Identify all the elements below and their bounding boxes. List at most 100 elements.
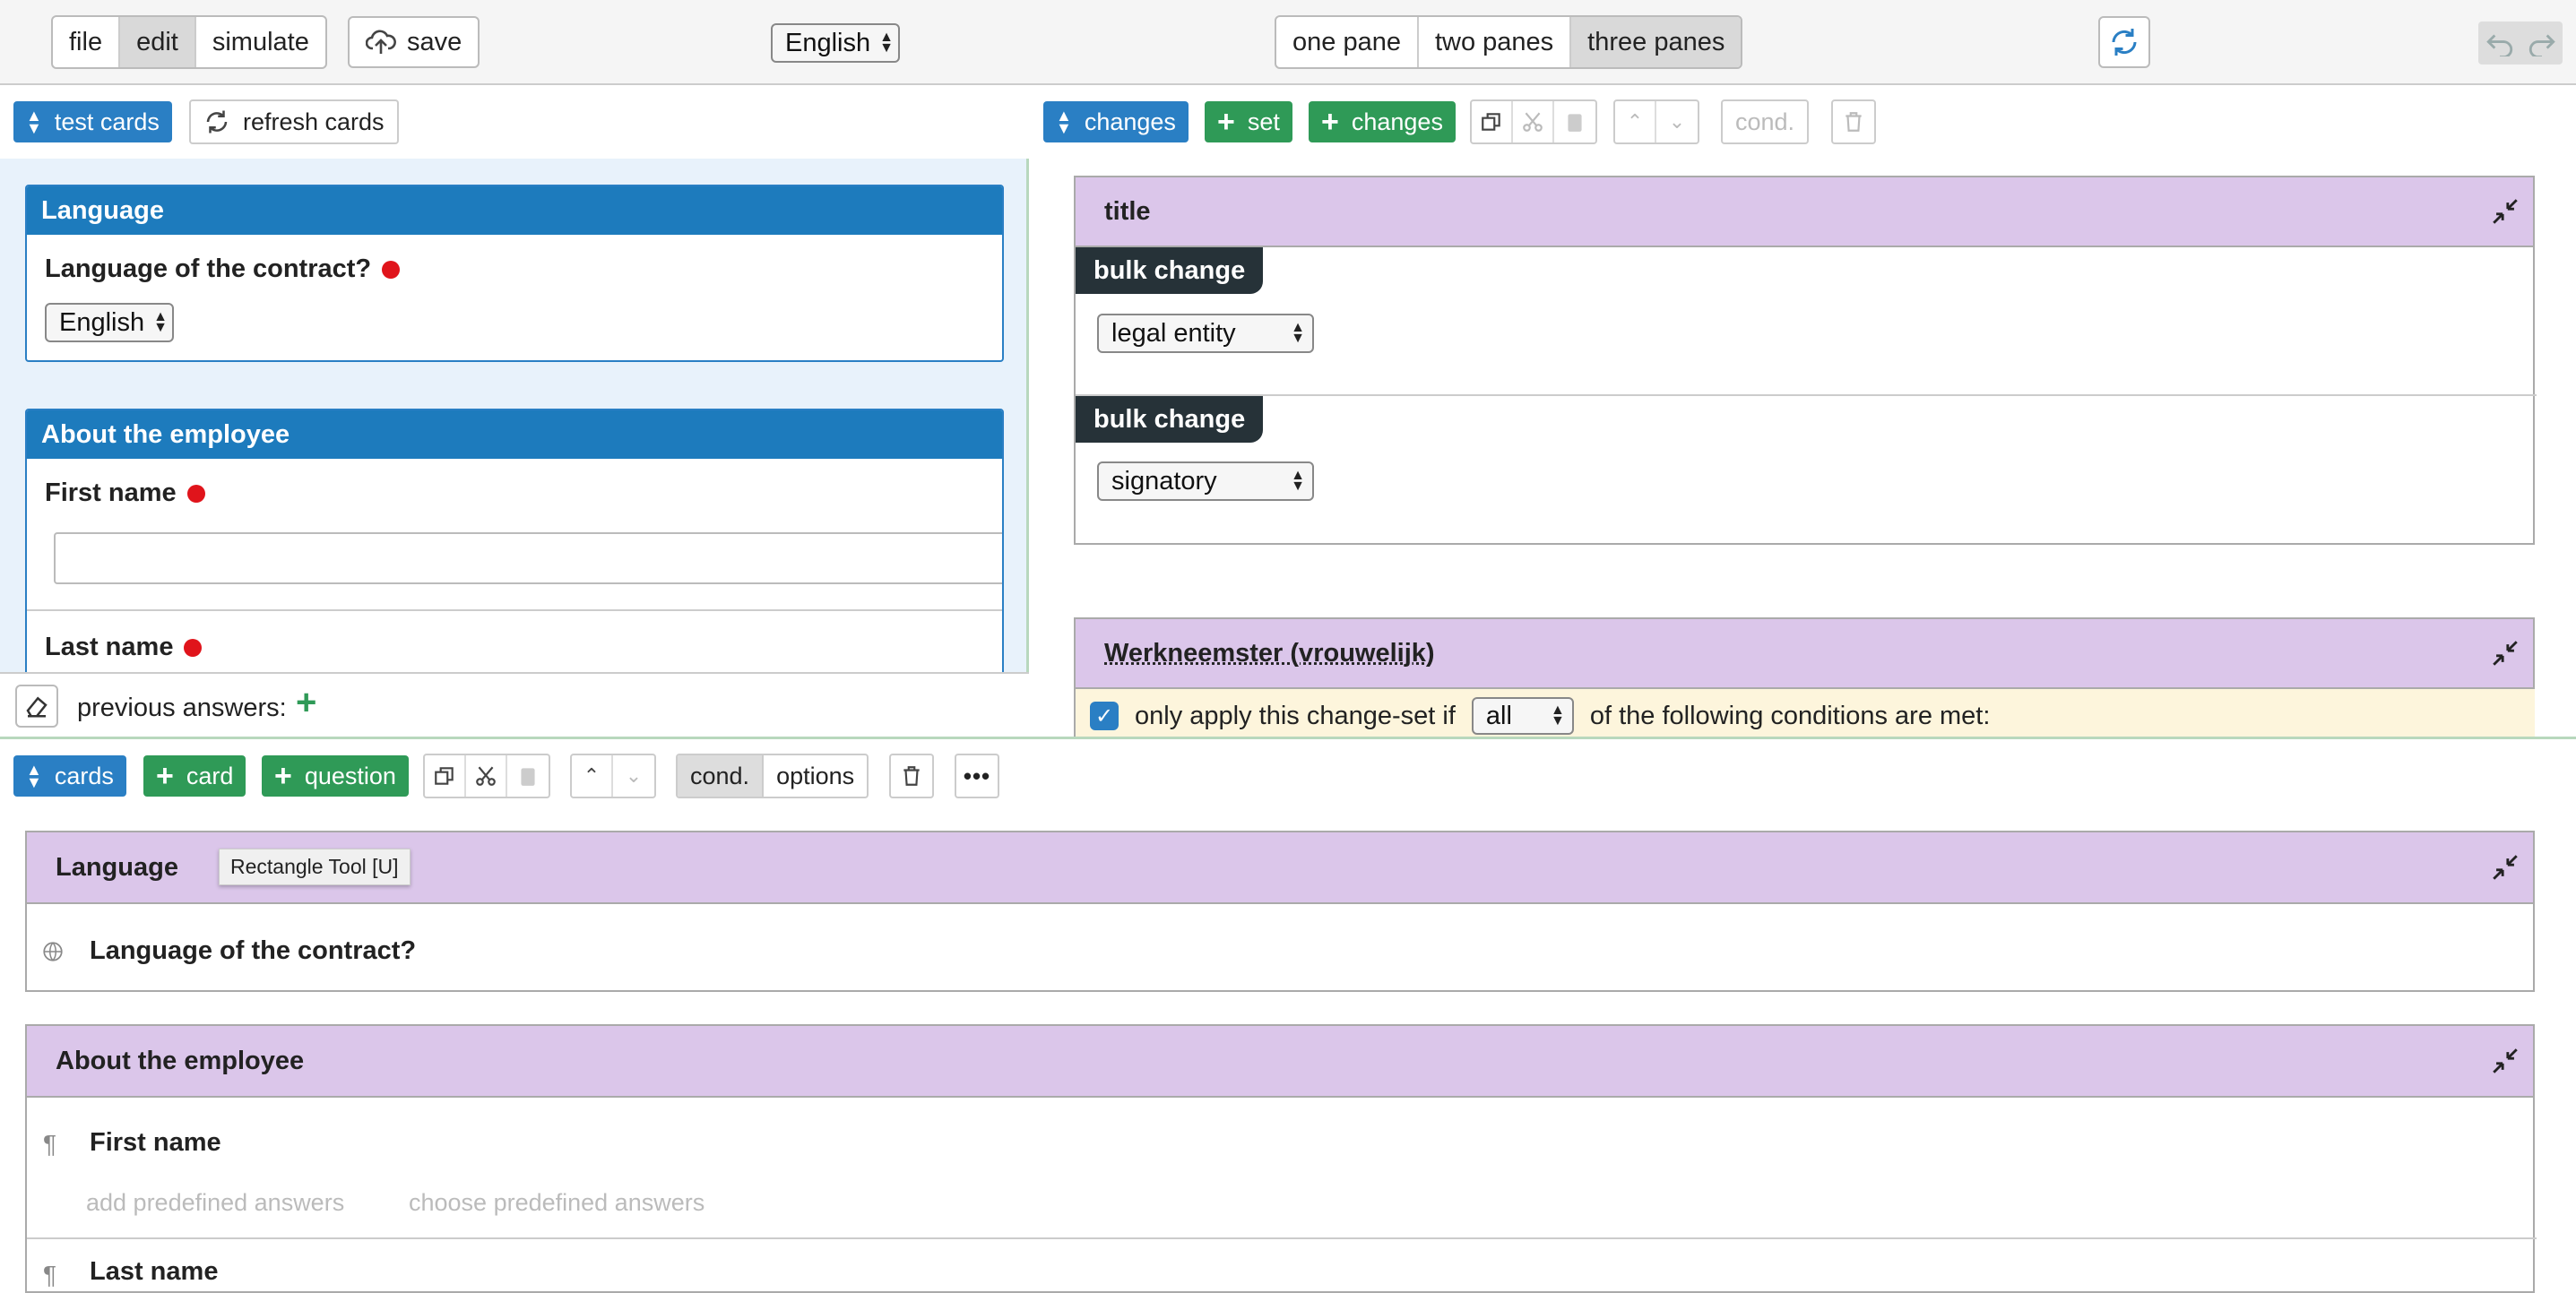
add-set-label: set bbox=[1248, 108, 1280, 136]
select-arrows-icon: ▲ ▼ bbox=[1291, 323, 1305, 344]
collapse-icon[interactable] bbox=[2490, 638, 2520, 668]
select-arrows-icon: ▲ ▼ bbox=[1291, 470, 1305, 492]
divider bbox=[27, 609, 1004, 611]
mode-tabs: file edit simulate bbox=[51, 15, 327, 69]
checkbox-checked-icon[interactable]: ✓ bbox=[1090, 702, 1119, 730]
undo-redo-group bbox=[2478, 22, 2563, 65]
condition-prefix: only apply this change-set if bbox=[1135, 702, 1456, 731]
cut-icon[interactable] bbox=[466, 755, 507, 797]
tab-simulate[interactable]: simulate bbox=[196, 17, 325, 67]
paste-icon[interactable] bbox=[507, 755, 549, 797]
previous-answers-label: previous answers: bbox=[77, 694, 287, 723]
add-question-label: question bbox=[305, 763, 396, 790]
tab-one-pane[interactable]: one pane bbox=[1276, 17, 1419, 67]
left-toolbar: ▲ ▼ test cards refresh cards bbox=[0, 85, 1029, 159]
tab-edit[interactable]: edit bbox=[120, 17, 196, 67]
undo-icon[interactable] bbox=[2485, 30, 2515, 56]
question-title[interactable]: First name bbox=[90, 1128, 221, 1158]
move-group: ⌃ ⌄ bbox=[1613, 99, 1699, 144]
cond-toggle[interactable]: cond. bbox=[1721, 99, 1809, 144]
move-up-icon[interactable]: ⌃ bbox=[572, 755, 613, 797]
cards-toggle-button[interactable]: ▲ ▼ cards bbox=[13, 755, 126, 797]
question-text: Last name bbox=[45, 633, 173, 662]
changes-toggle-button[interactable]: ▲ ▼ changes bbox=[1043, 101, 1189, 142]
pane-tabs: one pane two panes three panes bbox=[1275, 15, 1742, 69]
select-arrows-icon: ▲ ▼ bbox=[153, 312, 168, 333]
choose-predefined-answers-link[interactable]: choose predefined answers bbox=[409, 1189, 705, 1217]
add-card-label: card bbox=[186, 763, 234, 790]
delete-group bbox=[889, 754, 934, 798]
question-title[interactable]: Last name bbox=[90, 1257, 218, 1287]
bulk-change-tag: bulk change bbox=[1076, 247, 1263, 294]
add-question-button[interactable]: + question bbox=[262, 755, 409, 797]
save-button[interactable]: save bbox=[348, 16, 480, 68]
move-up-icon[interactable]: ⌃ bbox=[1615, 101, 1656, 142]
add-previous-answer-icon[interactable]: + bbox=[296, 683, 316, 723]
add-card-button[interactable]: + card bbox=[143, 755, 246, 797]
add-changes-button[interactable]: + changes bbox=[1309, 101, 1456, 142]
trash-icon[interactable] bbox=[1833, 101, 1874, 142]
copy-icon[interactable] bbox=[425, 755, 466, 797]
refresh-cards-label: refresh cards bbox=[243, 108, 385, 136]
tab-file[interactable]: file bbox=[53, 17, 120, 67]
divider bbox=[27, 1237, 2537, 1239]
signatory-select[interactable]: signatory ▲ ▼ bbox=[1097, 461, 1314, 501]
card-header: About the employee bbox=[27, 1026, 2533, 1098]
contract-language-value: English bbox=[59, 308, 144, 338]
more-options-icon[interactable]: ••• bbox=[956, 755, 998, 797]
clipboard-group bbox=[1470, 99, 1597, 144]
clear-answers-button[interactable] bbox=[15, 685, 58, 728]
add-set-button[interactable]: + set bbox=[1205, 101, 1292, 142]
cond-label: cond. bbox=[1723, 101, 1807, 142]
add-predefined-answers-link[interactable]: add predefined answers bbox=[86, 1189, 344, 1217]
plus-icon: + bbox=[1321, 105, 1339, 140]
legal-entity-select[interactable]: legal entity ▲ ▼ bbox=[1097, 314, 1314, 353]
cond-tab[interactable]: cond. bbox=[678, 755, 764, 797]
tab-two-panes[interactable]: two panes bbox=[1419, 17, 1571, 67]
collapse-icon[interactable] bbox=[2490, 852, 2520, 883]
collapse-icon[interactable] bbox=[2490, 1046, 2520, 1076]
card-about-employee: About the employee ¶ First name add pred… bbox=[25, 1024, 2535, 1293]
paste-icon[interactable] bbox=[1554, 101, 1595, 142]
plus-icon: + bbox=[156, 759, 174, 794]
trash-icon[interactable] bbox=[891, 755, 932, 797]
first-name-input[interactable] bbox=[54, 532, 1004, 584]
card-title: Language bbox=[27, 186, 1002, 235]
change-set-werkneemster: Werkneemster (vrouwelijk) ✓ only apply t… bbox=[1074, 617, 2535, 743]
set-header: Werkneemster (vrouwelijk) bbox=[1076, 619, 2533, 689]
question-label: Last name bbox=[45, 633, 202, 662]
set-header: title bbox=[1076, 177, 2533, 247]
top-bar: file edit simulate save English ▲ ▼ one p… bbox=[0, 0, 2576, 85]
divider bbox=[1076, 394, 2537, 396]
plus-icon: + bbox=[1217, 105, 1235, 140]
language-select-value: English bbox=[785, 29, 870, 58]
test-card-language: Language Language of the contract? Engli… bbox=[25, 185, 1004, 362]
select-arrows-icon: ▲ ▼ bbox=[879, 32, 894, 54]
save-label: save bbox=[407, 28, 462, 57]
language-select[interactable]: English ▲ ▼ bbox=[771, 23, 900, 63]
card-title: About the employee bbox=[27, 410, 1002, 459]
cond-options-group: cond. options bbox=[676, 754, 869, 798]
refresh-icon bbox=[2108, 26, 2140, 58]
condition-mode-select[interactable]: all ▲ ▼ bbox=[1472, 697, 1574, 735]
cards-label: cards bbox=[55, 763, 114, 790]
copy-icon[interactable] bbox=[1472, 101, 1513, 142]
contract-language-select[interactable]: English ▲ ▼ bbox=[45, 303, 174, 342]
cut-icon[interactable] bbox=[1513, 101, 1554, 142]
cloud-upload-icon bbox=[366, 29, 396, 56]
reload-button[interactable] bbox=[2098, 16, 2150, 68]
tab-three-panes[interactable]: three panes bbox=[1571, 17, 1741, 67]
paragraph-icon: ¶ bbox=[43, 1261, 56, 1289]
set-title[interactable]: Werkneemster (vrouwelijk) bbox=[1104, 639, 1435, 668]
options-tab[interactable]: options bbox=[764, 755, 867, 797]
move-down-icon[interactable]: ⌄ bbox=[1656, 101, 1698, 142]
refresh-cards-button[interactable]: refresh cards bbox=[189, 99, 399, 144]
legal-entity-value: legal entity bbox=[1111, 319, 1236, 349]
condition-suffix: of the following conditions are met: bbox=[1590, 702, 1991, 731]
collapse-icon[interactable] bbox=[2490, 196, 2520, 227]
redo-icon[interactable] bbox=[2527, 30, 2557, 56]
required-dot-icon bbox=[187, 485, 205, 503]
test-cards-button[interactable]: ▲ ▼ test cards bbox=[13, 101, 172, 142]
question-title[interactable]: Language of the contract? bbox=[90, 936, 416, 966]
move-down-icon[interactable]: ⌄ bbox=[613, 755, 654, 797]
